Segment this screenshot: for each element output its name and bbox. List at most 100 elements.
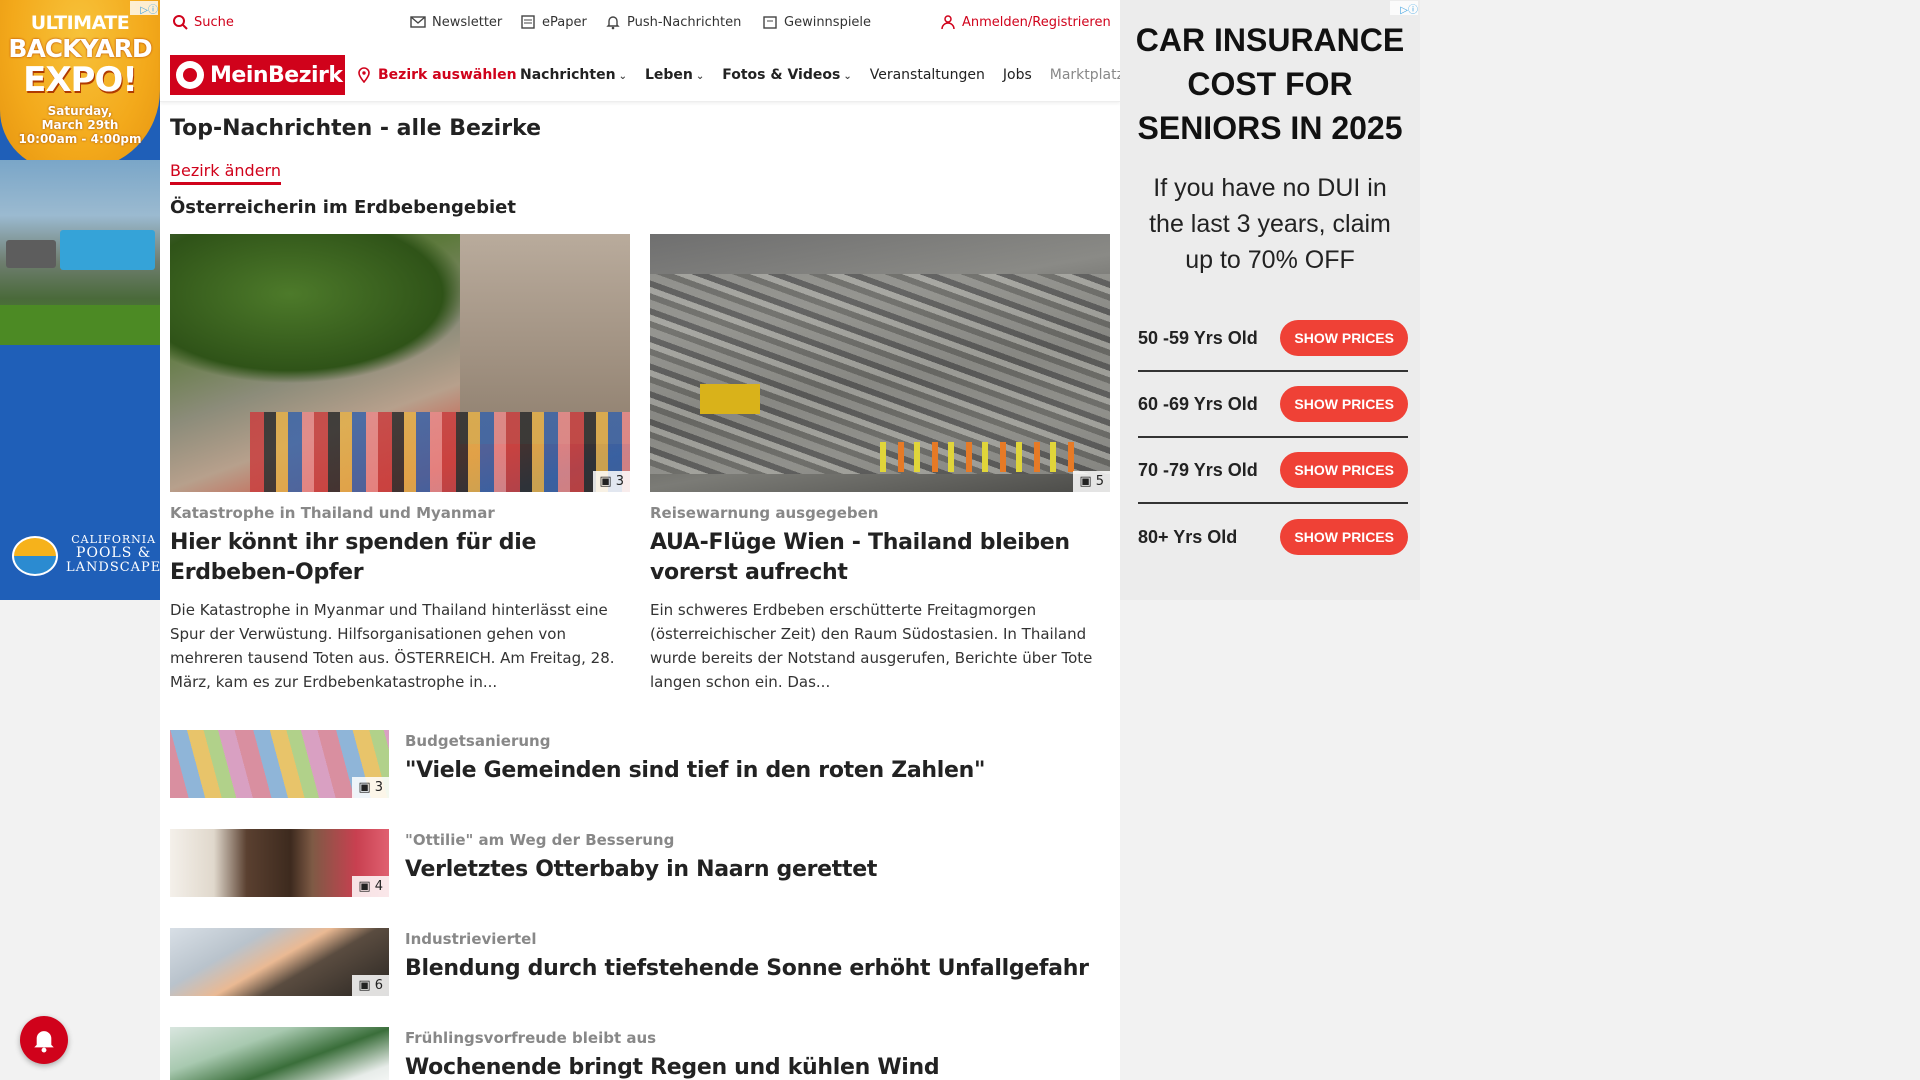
notification-bell-button[interactable] <box>20 1016 68 1064</box>
search-link[interactable]: Suche <box>172 14 234 30</box>
user-icon <box>941 15 955 30</box>
article-kicker: Katastrophe in Thailand und Myanmar <box>170 504 495 522</box>
nav-item-veranstaltungen[interactable]: Veranstaltungen <box>870 67 985 83</box>
article-card[interactable]: ▣ 3 Katastrophe in Thailand und Myanmar … <box>170 234 630 694</box>
list-headline[interactable]: Wochenende bringt Regen und kühlen Wind <box>405 1055 940 1080</box>
chevron-down-icon: ⌄ <box>618 71 627 82</box>
change-bezirk-link[interactable]: Bezirk ändern <box>170 161 281 185</box>
chevron-down-icon: ⌄ <box>843 71 852 82</box>
left-ad-banner[interactable]: ULTIMATE BACKYARD EXPO! Saturday, March … <box>0 0 160 600</box>
show-prices-button[interactable]: SHOW PRICES <box>1280 386 1408 422</box>
bezirk-select-button[interactable]: Bezirk auswählen <box>356 67 517 83</box>
right-ad-banner[interactable]: ▷ⓘ CAR INSURANCE COST FOR SENIORS IN 202… <box>1120 0 1420 600</box>
nav-label: Fotos & Videos <box>722 67 841 83</box>
newsletter-link[interactable]: Newsletter <box>410 14 502 30</box>
epaper-label: ePaper <box>542 14 587 30</box>
ad-age-row: 80+ Yrs Old SHOW PRICES <box>1138 504 1408 570</box>
photo-count: 4 <box>374 879 383 894</box>
article-headline[interactable]: Hier könnt ihr spenden für die Erdbeben-… <box>170 528 630 588</box>
gewinnspiele-label: Gewinnspiele <box>784 14 872 30</box>
list-text: Industrieviertel Blendung durch tiefsteh… <box>405 928 1089 996</box>
article-headline[interactable]: AUA-Flüge Wien - Thailand bleiben vorers… <box>650 528 1110 588</box>
ad-headline-2: BACKYARD <box>8 34 152 63</box>
list-thumbnail[interactable]: ▣ 3 <box>170 730 389 798</box>
list-kicker: Frühlingsvorfreude bleibt aus <box>405 1029 657 1047</box>
list-thumbnail[interactable] <box>170 1027 389 1080</box>
adchoices-icon[interactable]: ▷ⓘ <box>130 1 158 16</box>
ad-age-label: 60 -69 Yrs Old <box>1138 393 1258 414</box>
list-thumbnail[interactable]: ▣ 6 <box>170 928 389 996</box>
epaper-link[interactable]: ePaper <box>520 14 587 30</box>
login-label: Anmelden/Registrieren <box>962 14 1111 30</box>
photo-count-badge: ▣ 5 <box>1073 471 1110 492</box>
logo-line-3: LANDSCAPE <box>66 560 160 575</box>
list-item[interactable]: ▣ 3 Budgetsanierung "Viele Gemeinden sind… <box>170 730 1110 798</box>
list-item[interactable]: ▣ 4 "Ottilie" am Weg der Besserung Verlet… <box>170 829 1110 897</box>
map-pin-icon <box>358 67 370 83</box>
section-title: Österreicherin im Erdbebengebiet <box>170 197 516 218</box>
article-teaser: Ein schweres Erdbeben erschütterte Freit… <box>650 601 1093 691</box>
list-thumbnail[interactable]: ▣ 4 <box>170 829 389 897</box>
logo-sun-icon <box>176 61 204 89</box>
gallery-icon: ▣ <box>358 978 371 993</box>
bell-icon <box>34 1031 54 1053</box>
list-headline[interactable]: "Viele Gemeinden sind tief in den roten … <box>405 758 985 783</box>
top-utility-bar: Suche Newsletter ePaper Push-Nachrichten… <box>160 0 1120 46</box>
ad-date-day: Saturday, <box>47 104 113 118</box>
show-prices-button[interactable]: SHOW PRICES <box>1280 320 1408 356</box>
search-icon <box>173 15 188 30</box>
list-kicker: Budgetsanierung <box>405 732 551 750</box>
photo-crowd <box>250 412 630 492</box>
ad-subtitle: If you have no DUI in the last 3 years, … <box>1120 170 1420 278</box>
logo-wave-icon <box>12 536 58 576</box>
photo-count-badge: ▣ 3 <box>593 471 630 492</box>
list-kicker: Industrieviertel <box>405 930 537 948</box>
adchoices-icon[interactable]: ▷ⓘ <box>1390 1 1418 16</box>
article-card[interactable]: ▣ 5 Reisewarnung ausgegeben AUA-Flüge Wi… <box>650 234 1110 694</box>
nav-item-marktplatz[interactable]: Marktplatz <box>1050 67 1124 83</box>
nav-item-leben[interactable]: Leben ⌄ <box>645 67 704 83</box>
list-headline[interactable]: Blendung durch tiefstehende Sonne erhöht… <box>405 956 1089 981</box>
ad-age-label: 80+ Yrs Old <box>1138 526 1238 547</box>
photo-excavator <box>700 384 760 414</box>
list-text: Frühlingsvorfreude bleibt aus Wochenende… <box>405 1027 940 1080</box>
ad-date: Saturday, March 29th 10:00am - 4:00pm <box>0 104 160 146</box>
ad-headline-3: EXPO! <box>23 60 138 100</box>
push-label: Push-Nachrichten <box>627 14 742 30</box>
photo-tree <box>170 234 470 384</box>
list-headline[interactable]: Verletztes Otterbaby in Naarn gerettet <box>405 857 877 882</box>
photo-rescuers <box>880 442 1080 472</box>
nav-item-jobs[interactable]: Jobs <box>1003 67 1032 83</box>
photo-count: 6 <box>374 978 383 993</box>
gewinnspiele-link[interactable]: Gewinnspiele <box>762 14 871 30</box>
photo-count: 3 <box>615 474 624 489</box>
gallery-icon: ▣ <box>1079 474 1092 489</box>
article-kicker: Reisewarnung ausgegeben <box>650 504 879 522</box>
push-notifications-link[interactable]: Push-Nachrichten <box>605 14 741 30</box>
list-item[interactable]: ▣ 6 Industrieviertel Blendung durch tiefs… <box>170 928 1110 996</box>
pool-water <box>60 230 155 270</box>
nav-label: Nachrichten <box>520 67 616 83</box>
ad-logo: CALIFORNIA POOLS & LANDSCAPE <box>8 530 160 586</box>
ad-age-row: 50 -59 Yrs Old SHOW PRICES <box>1138 306 1408 372</box>
show-prices-button[interactable]: SHOW PRICES <box>1280 519 1408 555</box>
main-navbar: MeinBezirk Bezirk auswählen Nachrichten ⌄… <box>160 46 1124 102</box>
meinbezirk-logo[interactable]: MeinBezirk <box>170 55 345 95</box>
nav-item-fotos-videos[interactable]: Fotos & Videos ⌄ <box>722 67 851 83</box>
logo-line-2: POOLS & <box>76 545 152 561</box>
ad-age-row: 60 -69 Yrs Old SHOW PRICES <box>1138 372 1408 438</box>
article-image[interactable]: ▣ 3 <box>170 234 630 492</box>
list-item[interactable]: Frühlingsvorfreude bleibt aus Wochenende… <box>170 1027 1110 1080</box>
login-link[interactable]: Anmelden/Registrieren <box>940 14 1111 30</box>
article-list: ▣ 3 Budgetsanierung "Viele Gemeinden sind… <box>170 730 1110 1080</box>
nav-item-nachrichten[interactable]: Nachrichten ⌄ <box>520 67 627 83</box>
nav-label: Leben <box>644 67 693 83</box>
show-prices-button[interactable]: SHOW PRICES <box>1280 452 1408 488</box>
article-image[interactable]: ▣ 5 <box>650 234 1110 492</box>
main-column: Suche Newsletter ePaper Push-Nachrichten… <box>160 0 1124 1080</box>
lawn <box>0 305 160 345</box>
ad-subtitle-line: up to 70% OFF <box>1185 246 1355 274</box>
photo-count-badge: ▣ 6 <box>352 975 389 996</box>
photo-count-badge: ▣ 3 <box>352 777 389 798</box>
gallery-icon: ▣ <box>599 474 612 489</box>
